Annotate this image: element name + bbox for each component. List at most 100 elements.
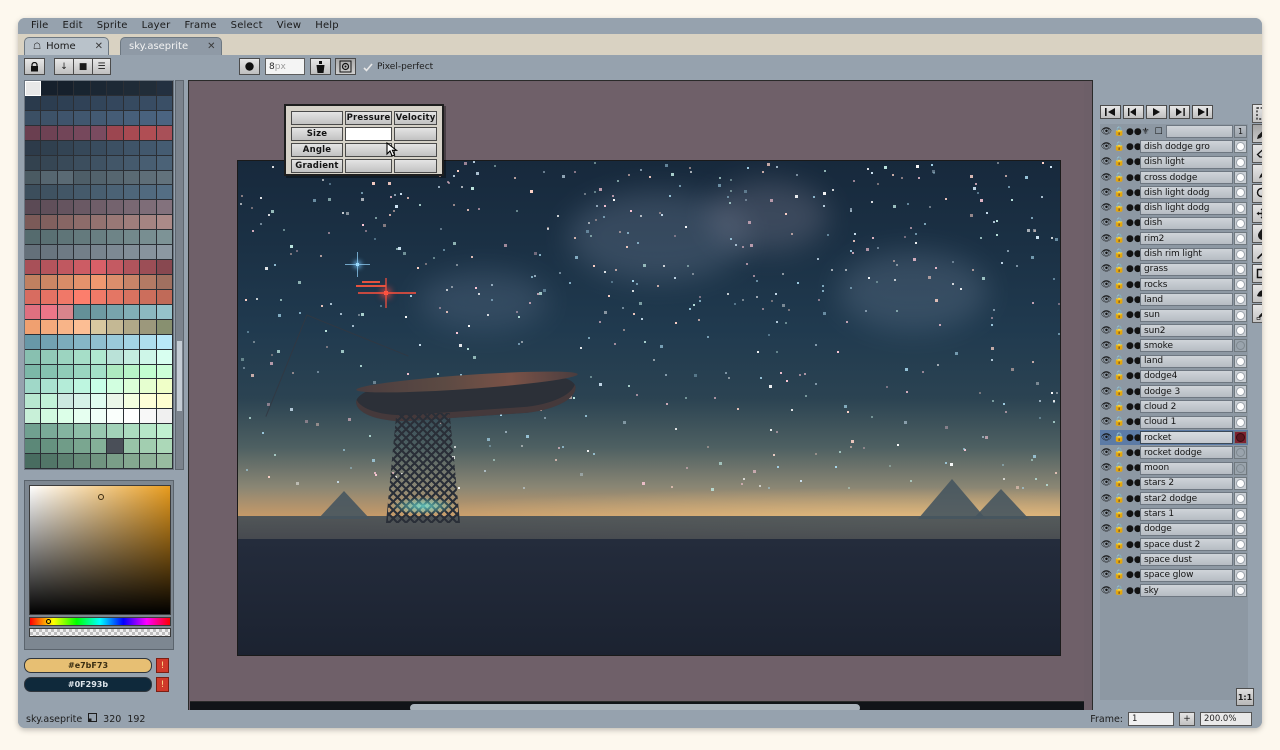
layer-cel[interactable] xyxy=(1234,507,1247,521)
palette-swatch[interactable] xyxy=(57,379,75,395)
palette-swatch[interactable] xyxy=(123,81,141,96)
tab-home[interactable]: ☖ Home ✕ xyxy=(24,37,109,55)
palette-swatch[interactable] xyxy=(74,349,91,365)
dynamics-popup[interactable]: Pressure Velocity Size Angle Gradient xyxy=(284,104,444,176)
palette-swatch[interactable] xyxy=(57,409,75,425)
palette-swatch[interactable] xyxy=(123,394,141,410)
palette-swatch[interactable] xyxy=(57,125,75,141)
palette-swatch[interactable] xyxy=(41,349,58,365)
palette-swatch[interactable] xyxy=(74,364,91,380)
menu-button[interactable]: ☰ xyxy=(92,58,111,75)
palette-swatch[interactable] xyxy=(25,245,42,261)
layer-name[interactable]: stars 1 xyxy=(1140,507,1233,521)
eye-icon[interactable]: 👁 xyxy=(1100,387,1113,397)
palette-swatch[interactable] xyxy=(25,125,42,141)
continuous-icon[interactable]: ●● xyxy=(1126,280,1142,290)
layer-row[interactable]: 👁 🔒 ●● grass xyxy=(1100,262,1248,277)
lock-icon[interactable]: 🔒 xyxy=(1113,341,1126,351)
palette-swatch[interactable] xyxy=(74,170,91,186)
palette-swatch[interactable] xyxy=(123,215,141,231)
continuous-icon[interactable]: ●● xyxy=(1126,540,1142,550)
layer-name[interactable]: sky xyxy=(1140,584,1233,598)
lock-icon[interactable]: 🔒 xyxy=(1113,387,1126,397)
continuous-icon[interactable]: ●● xyxy=(1126,448,1142,458)
move-tool[interactable] xyxy=(1252,204,1262,223)
lock-icon[interactable]: 🔒 xyxy=(1113,264,1126,274)
palette-swatch[interactable] xyxy=(107,260,124,275)
layer-name[interactable]: space dust 2 xyxy=(1140,538,1233,552)
palette-swatch[interactable] xyxy=(123,364,141,380)
palette-swatch[interactable] xyxy=(107,245,124,261)
eye-icon[interactable]: 👁 xyxy=(1100,280,1113,290)
palette-swatch[interactable] xyxy=(107,125,124,141)
palette-swatch[interactable] xyxy=(90,289,108,305)
layer-cel[interactable] xyxy=(1234,446,1247,460)
layer-cel[interactable] xyxy=(1234,415,1247,429)
layer-row[interactable]: 👁 🔒 ●● space dust xyxy=(1100,552,1248,567)
continuous-icon[interactable]: ●● xyxy=(1126,127,1142,137)
layer-cel[interactable] xyxy=(1234,186,1247,200)
palette-swatch[interactable] xyxy=(74,274,91,290)
palette-swatch[interactable] xyxy=(156,424,173,440)
palette-swatch[interactable] xyxy=(57,81,75,96)
palette-swatch[interactable] xyxy=(74,140,91,156)
eye-icon[interactable]: 👁 xyxy=(1100,234,1113,244)
lock-icon[interactable]: 🔒 xyxy=(1113,280,1126,290)
layer-name[interactable]: rim2 xyxy=(1140,232,1233,246)
palette-swatch[interactable] xyxy=(74,95,91,111)
layer-name[interactable]: space glow xyxy=(1140,568,1233,582)
lock-icon[interactable]: 🔒 xyxy=(1113,188,1126,198)
palette-swatch[interactable] xyxy=(57,304,75,320)
palette-swatch[interactable] xyxy=(156,200,173,216)
palette-swatch[interactable] xyxy=(74,409,91,425)
zoom-tool[interactable] xyxy=(1252,184,1262,203)
eye-icon[interactable]: 👁 xyxy=(1100,371,1113,381)
palette-swatch[interactable] xyxy=(123,200,141,216)
palette-swatch[interactable] xyxy=(25,349,42,365)
layer-name[interactable]: rocket dodge xyxy=(1140,446,1233,460)
layer-cel[interactable] xyxy=(1234,431,1247,445)
palette-swatch[interactable] xyxy=(41,454,58,469)
palette-swatch[interactable] xyxy=(140,349,157,365)
eye-icon[interactable]: 👁 xyxy=(1100,570,1113,580)
palette-swatch[interactable] xyxy=(107,95,124,111)
layer-name[interactable]: dodge 3 xyxy=(1140,385,1233,399)
palette-swatch[interactable] xyxy=(90,409,108,425)
palette-swatch[interactable] xyxy=(57,260,75,275)
layer-cel[interactable] xyxy=(1234,354,1247,368)
palette-swatch[interactable] xyxy=(140,364,157,380)
background-warning-icon[interactable]: ! xyxy=(156,677,169,692)
layer-cel[interactable] xyxy=(1234,584,1247,598)
palette-swatch[interactable] xyxy=(90,215,108,231)
continuous-icon[interactable]: ●● xyxy=(1126,310,1142,320)
palette-swatch[interactable] xyxy=(74,185,91,201)
palette-swatch[interactable] xyxy=(156,81,173,96)
layer-name[interactable]: moon xyxy=(1140,461,1233,475)
continuous-icon[interactable]: ●● xyxy=(1126,249,1142,259)
eye-icon[interactable]: 👁 xyxy=(1100,586,1113,596)
continuous-icon[interactable]: ●● xyxy=(1126,463,1142,473)
eye-icon[interactable]: 👁 xyxy=(1100,478,1113,488)
palette-swatch[interactable] xyxy=(140,319,157,335)
layer-name[interactable]: dish light xyxy=(1140,155,1233,169)
continuous-icon[interactable]: ●● xyxy=(1126,341,1142,351)
palette-swatch[interactable] xyxy=(57,334,75,350)
palette-swatch[interactable] xyxy=(74,110,91,126)
palette-swatch[interactable] xyxy=(25,304,42,320)
palette-swatch[interactable] xyxy=(74,200,91,216)
lock-icon[interactable]: 🔒 xyxy=(1113,478,1126,488)
layer-row[interactable]: 👁 🔒 ●● star2 dodge xyxy=(1100,491,1248,506)
palette-swatch[interactable] xyxy=(123,289,141,305)
palette-swatch[interactable] xyxy=(123,304,141,320)
layer-row[interactable]: 👁 🔒 ●● rocks xyxy=(1100,277,1248,292)
palette-swatch[interactable] xyxy=(156,155,173,171)
palette-swatch[interactable] xyxy=(107,200,124,216)
close-icon[interactable]: ✕ xyxy=(207,41,215,52)
palette-swatch[interactable] xyxy=(57,394,75,410)
dynamics-angle-pressure-cell[interactable] xyxy=(345,143,393,157)
palette-swatch[interactable] xyxy=(107,454,124,469)
layer-row[interactable]: 👁 🔒 ●● dodge xyxy=(1100,522,1248,537)
pixel-perfect-option[interactable]: Pixel-perfect xyxy=(363,57,433,76)
palette-swatch[interactable] xyxy=(107,379,124,395)
palette-swatch[interactable] xyxy=(156,260,173,275)
